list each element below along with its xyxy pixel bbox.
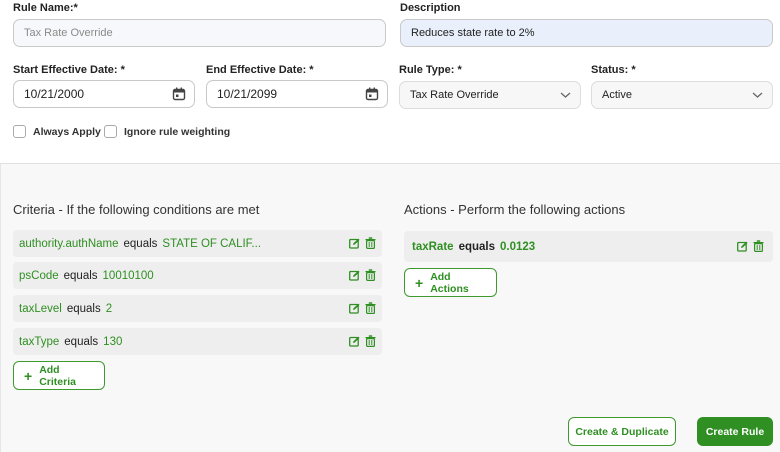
add-actions-button[interactable]: + Add Actions: [404, 268, 497, 297]
criteria-title: Criteria - If the following conditions a…: [13, 202, 260, 217]
criteria-value: STATE OF CALIF...: [162, 237, 262, 250]
criteria-value: 130: [103, 335, 123, 348]
ignore-weighting-label: Ignore rule weighting: [124, 125, 231, 138]
edit-icon[interactable]: [349, 336, 360, 347]
chevron-down-icon: [752, 92, 763, 98]
criteria-operator: equals: [66, 302, 101, 315]
edit-icon[interactable]: [349, 270, 360, 281]
end-date-value: 10/21/2099: [217, 87, 278, 101]
criteria-row: taxType equals 130: [13, 328, 382, 355]
criteria-row: taxLevel equals 2: [13, 295, 382, 322]
always-apply-checkbox[interactable]: Always Apply: [13, 125, 101, 138]
actions-title: Actions - Perform the following actions: [404, 202, 626, 217]
action-value: 0.0123: [500, 240, 536, 253]
criteria-field: psCode: [19, 269, 59, 282]
rule-type-select[interactable]: Tax Rate Override: [399, 81, 581, 109]
add-actions-label: Add Actions: [430, 270, 469, 295]
add-criteria-button[interactable]: + Add Criteria: [13, 361, 105, 390]
trash-icon[interactable]: [753, 240, 764, 252]
create-rule-button[interactable]: Create Rule: [697, 417, 773, 446]
criteria-field: authority.authName: [19, 237, 119, 250]
start-date-input[interactable]: 10/21/2000: [13, 80, 195, 108]
ignore-weighting-checkbox[interactable]: Ignore rule weighting: [104, 125, 230, 138]
checkbox-box[interactable]: [13, 125, 26, 138]
status-label: Status: *: [591, 64, 636, 76]
status-select[interactable]: Active: [591, 81, 773, 109]
trash-icon[interactable]: [365, 335, 376, 347]
action-row: taxRate equals 0.0123: [404, 231, 773, 262]
trash-icon[interactable]: [365, 302, 376, 314]
criteria-row: authority.authName equals STATE OF CALIF…: [13, 230, 382, 257]
end-date-input[interactable]: 10/21/2099: [206, 80, 388, 108]
plus-icon: +: [24, 367, 33, 384]
criteria-value: 2: [105, 302, 113, 315]
edit-icon[interactable]: [737, 241, 748, 252]
description-label: Description: [400, 2, 461, 14]
checkbox-box[interactable]: [104, 125, 117, 138]
always-apply-label: Always Apply: [33, 125, 101, 138]
criteria-field: taxLevel: [19, 302, 62, 315]
rule-type-value: Tax Rate Override: [410, 89, 499, 101]
rule-type-label: Rule Type: *: [399, 64, 462, 76]
criteria-value: 10010100: [102, 269, 154, 282]
calendar-icon[interactable]: [172, 87, 186, 101]
trash-icon[interactable]: [365, 269, 376, 281]
criteria-field: taxType: [19, 335, 60, 348]
chevron-down-icon: [560, 92, 571, 98]
criteria-operator: equals: [63, 269, 98, 282]
rule-name-label: Rule Name:*: [13, 2, 78, 14]
edit-icon[interactable]: [349, 238, 360, 249]
action-operator: equals: [458, 240, 495, 253]
description-input[interactable]: Reduces state rate to 2%: [400, 19, 773, 47]
edit-icon[interactable]: [349, 303, 360, 314]
start-date-value: 10/21/2000: [24, 87, 85, 101]
calendar-icon[interactable]: [365, 87, 379, 101]
criteria-operator: equals: [123, 237, 158, 250]
start-date-label: Start Effective Date: *: [13, 64, 125, 76]
end-date-label: End Effective Date: *: [206, 64, 314, 76]
add-criteria-label: Add Criteria: [39, 363, 76, 388]
criteria-operator: equals: [64, 335, 99, 348]
action-field: taxRate: [412, 240, 454, 253]
plus-icon: +: [415, 274, 424, 291]
trash-icon[interactable]: [365, 237, 376, 249]
status-value: Active: [602, 89, 632, 101]
rule-name-input[interactable]: Tax Rate Override: [13, 19, 386, 47]
create-duplicate-button[interactable]: Create & Duplicate: [568, 417, 676, 446]
criteria-row: psCode equals 10010100: [13, 262, 382, 289]
